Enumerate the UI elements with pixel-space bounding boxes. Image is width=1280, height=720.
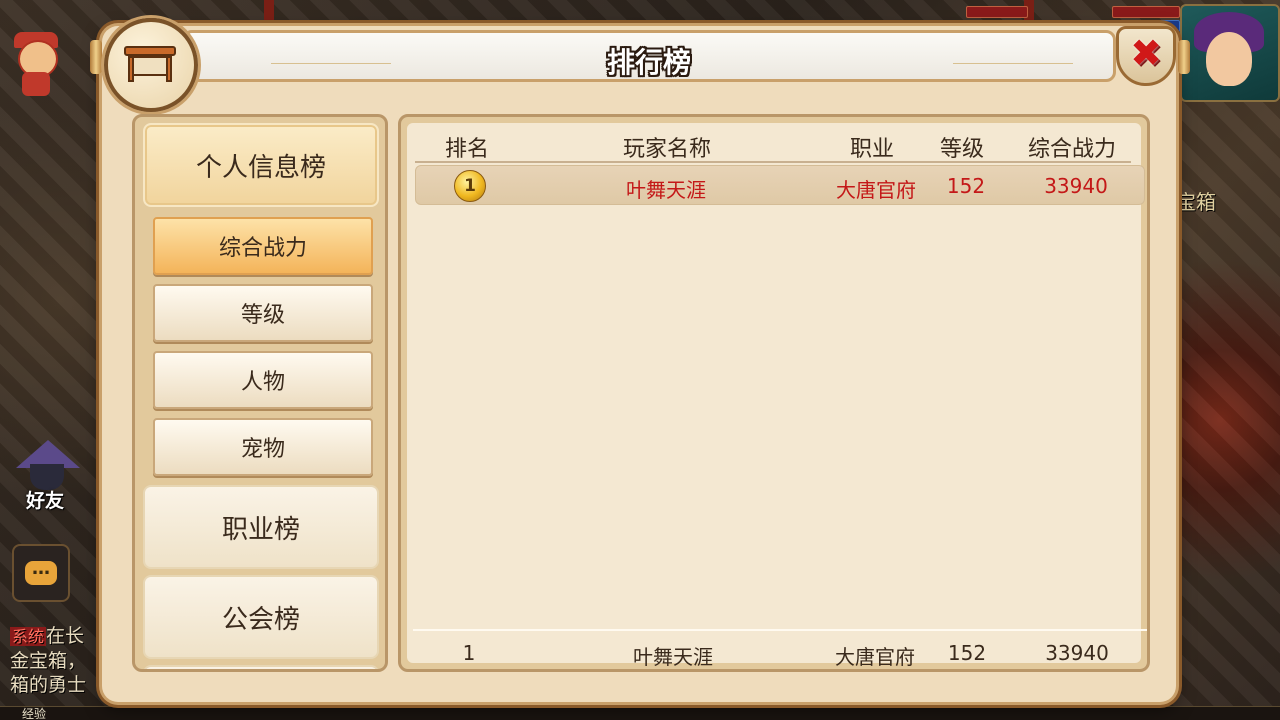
hp-bar	[966, 6, 1028, 18]
player-portrait[interactable]	[1180, 4, 1280, 102]
system-text-3: 箱的勇士	[10, 674, 87, 696]
close-icon: ✖	[1130, 31, 1162, 75]
friends-label: 好友	[26, 490, 65, 512]
header-divider	[415, 161, 1131, 163]
tab-profession-ranking[interactable]: 职业榜	[143, 485, 379, 569]
my-ranking-row: 1 叶舞天涯 大唐官府 152 33940	[413, 629, 1147, 671]
gold-medal-icon: 1	[454, 170, 486, 202]
experience-label: 经验	[22, 707, 47, 720]
header-combat-power: 综合战力	[1027, 137, 1116, 162]
close-button[interactable]: ✖	[1116, 26, 1176, 86]
header-profession: 职业	[849, 137, 894, 162]
chat-bubble-icon: …	[25, 560, 57, 585]
row-level: 152	[946, 174, 986, 198]
subtab-level[interactable]: 等级	[153, 284, 373, 342]
subtab-pet[interactable]: 宠物	[153, 418, 373, 476]
scene-label: 宝箱	[1176, 190, 1216, 214]
table-row[interactable]: 1 叶舞天涯 大唐官府 152 33940	[415, 165, 1145, 205]
header-level: 等级	[939, 137, 984, 162]
system-text-2: 金宝箱，	[10, 650, 87, 672]
dialog-title-bar: 排行榜	[182, 30, 1116, 82]
category-panel: 个人信息榜 综合战力 等级 人物 宠物 职业榜 公会榜	[132, 114, 388, 672]
system-text-1: 在长	[46, 625, 85, 647]
my-rank: 1	[462, 641, 476, 665]
chat-button[interactable]: …	[12, 544, 70, 602]
my-level: 152	[947, 641, 987, 665]
more-tabs-indicator[interactable]	[143, 665, 379, 669]
frame-post	[90, 40, 102, 74]
tab-guild-ranking[interactable]: 公会榜	[143, 575, 379, 659]
frame-post	[1178, 40, 1190, 74]
row-profession: 大唐官府	[836, 178, 916, 202]
subtab-character[interactable]: 人物	[153, 351, 373, 409]
hp-bar	[1112, 6, 1180, 18]
pillar	[264, 0, 274, 26]
experience-bar: 经验	[0, 706, 1280, 720]
ranking-list[interactable]: 排名 玩家名称 职业 等级 综合战力 1 叶舞天涯 大唐官府 152 33940…	[407, 123, 1147, 669]
ranking-board-icon	[104, 18, 198, 112]
dialog-title: 排行榜	[606, 46, 691, 79]
ranking-list-panel: 排名 玩家名称 职业 等级 综合战力 1 叶舞天涯 大唐官府 152 33940…	[398, 114, 1150, 672]
system-tag: 系统	[10, 627, 47, 646]
my-profession: 大唐官府	[835, 645, 915, 669]
row-combat-power: 33940	[1044, 174, 1108, 198]
header-player-name: 玩家名称	[622, 137, 711, 162]
header-rank: 排名	[444, 137, 489, 162]
my-combat-power: 33940	[1045, 641, 1109, 665]
my-player-name: 叶舞天涯	[633, 645, 713, 669]
tab-personal-ranking[interactable]: 个人信息榜	[143, 123, 379, 207]
god-of-wealth-avatar[interactable]	[8, 32, 64, 100]
friends-button[interactable]: 好友	[12, 440, 82, 512]
subtab-combat-power[interactable]: 综合战力	[153, 217, 373, 275]
row-player-name: 叶舞天涯	[626, 178, 706, 202]
